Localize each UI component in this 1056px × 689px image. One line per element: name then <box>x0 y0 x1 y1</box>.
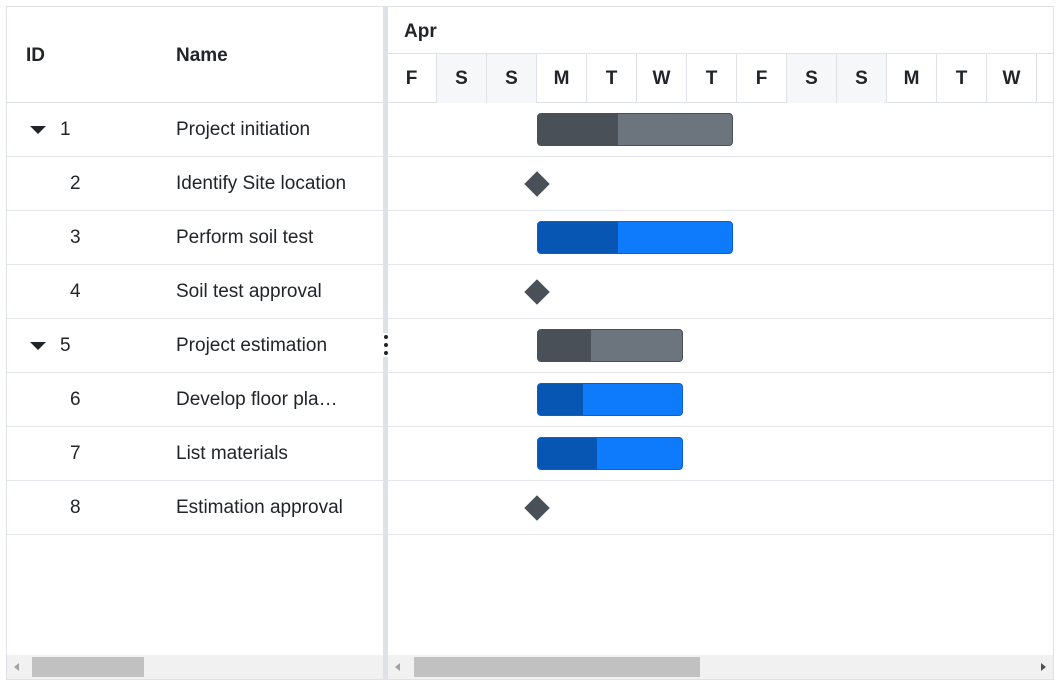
grid-scrollbar-thumb[interactable] <box>32 657 144 677</box>
grid-header: ID Name <box>7 7 383 103</box>
day-header-cell: W <box>987 54 1037 103</box>
task-bar[interactable] <box>537 383 683 416</box>
task-name: Project initiation <box>176 119 311 140</box>
timeline-row <box>388 265 1053 319</box>
day-header-cell: S <box>787 54 837 103</box>
task-id: 8 <box>70 497 81 518</box>
day-header-cell: S <box>837 54 887 103</box>
month-label: Apr <box>404 21 437 42</box>
day-header-cell: S <box>487 54 537 103</box>
task-name: Project estimation <box>176 335 328 356</box>
day-header-cell: M <box>537 54 587 103</box>
timeline-row <box>388 319 1053 373</box>
parent-task-bar[interactable] <box>537 113 733 146</box>
day-header-cell: T <box>937 54 987 103</box>
day-header-cell: T <box>587 54 637 103</box>
task-id: 5 <box>60 335 71 356</box>
chart-scrollbar-thumb[interactable] <box>414 657 700 677</box>
task-progress <box>538 330 592 361</box>
table-row[interactable]: 5 Project estimation <box>7 319 383 373</box>
timeline-chart: Apr FSSMTWTFSSMTWT <box>388 7 1053 679</box>
table-row[interactable]: 7 List materials <box>7 427 383 481</box>
parent-task-bar[interactable] <box>537 329 683 362</box>
timeline-row <box>388 157 1053 211</box>
table-row[interactable]: 8 Estimation approval <box>7 481 383 535</box>
chart-horizontal-scrollbar[interactable] <box>388 655 1053 679</box>
table-row[interactable]: 6 Develop floor pla… <box>7 373 383 427</box>
task-id: 1 <box>60 119 71 140</box>
arrow-left-icon[interactable] <box>395 663 400 671</box>
task-progress <box>538 114 618 145</box>
table-row[interactable]: 3 Perform soil test <box>7 211 383 265</box>
task-id: 6 <box>70 389 81 410</box>
table-row[interactable]: 4 Soil test approval <box>7 265 383 319</box>
column-header-id[interactable]: ID <box>26 45 45 67</box>
task-name: Identify Site location <box>176 173 347 194</box>
task-id: 4 <box>70 281 81 302</box>
grid-horizontal-scrollbar[interactable] <box>7 655 383 679</box>
task-progress <box>538 222 618 253</box>
gantt-chart: ID Name 1 Project initiation 2 Identify Sit… <box>6 6 1054 680</box>
task-progress <box>538 384 583 415</box>
arrow-left-icon[interactable] <box>14 663 19 671</box>
timeline-row <box>388 373 1053 427</box>
day-header-cell: S <box>437 54 487 103</box>
arrow-right-icon[interactable] <box>1041 663 1046 671</box>
caret-down-icon[interactable] <box>30 126 46 134</box>
day-header-cell: F <box>388 54 437 103</box>
timeline-row <box>388 481 1053 535</box>
day-header-cell: W <box>637 54 687 103</box>
task-bar[interactable] <box>537 221 733 254</box>
timeline-header: Apr FSSMTWTFSSMTWT <box>388 7 1053 103</box>
table-row[interactable]: 2 Identify Site location <box>7 157 383 211</box>
table-row[interactable]: 1 Project initiation <box>7 103 383 157</box>
task-grid: ID Name 1 Project initiation 2 Identify Sit… <box>7 7 383 679</box>
task-name: Perform soil test <box>176 227 314 248</box>
column-header-name[interactable]: Name <box>176 45 228 67</box>
day-header-cell: F <box>737 54 787 103</box>
task-id: 7 <box>70 443 81 464</box>
timeline-row <box>388 427 1053 481</box>
day-header-cell: M <box>887 54 937 103</box>
day-header-cell: T <box>687 54 737 103</box>
task-id: 3 <box>70 227 81 248</box>
task-name: Soil test approval <box>176 281 322 302</box>
day-header-cell: T <box>1037 54 1053 103</box>
task-progress <box>538 438 598 469</box>
task-id: 2 <box>70 173 81 194</box>
task-name: Estimation approval <box>176 497 343 518</box>
task-name: Develop floor pla… <box>176 389 338 410</box>
task-bar[interactable] <box>537 437 683 470</box>
caret-down-icon[interactable] <box>30 342 46 350</box>
task-name: List materials <box>176 443 288 464</box>
